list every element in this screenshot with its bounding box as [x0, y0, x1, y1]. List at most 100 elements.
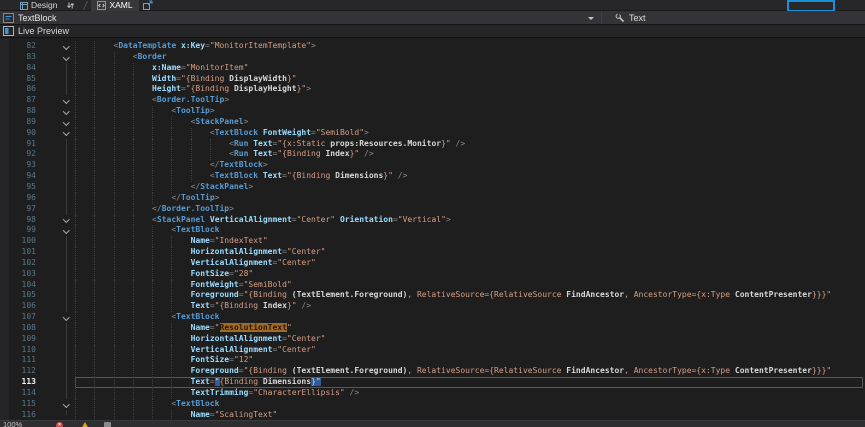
- code-line[interactable]: 108 Name="ResolutionText": [0, 323, 865, 334]
- line-number[interactable]: 99: [0, 225, 36, 236]
- popout-pane-button[interactable]: [139, 0, 157, 11]
- code-text[interactable]: <Border: [75, 52, 863, 63]
- line-number[interactable]: 110: [0, 345, 36, 356]
- line-number[interactable]: 83: [0, 52, 36, 63]
- line-number[interactable]: 104: [0, 280, 36, 291]
- code-text[interactable]: <TextBlock FontWeight="SemiBold">: [75, 128, 863, 139]
- line-number[interactable]: 95: [0, 182, 36, 193]
- line-number[interactable]: 92: [0, 149, 36, 160]
- code-line[interactable]: 99<TextBlock: [0, 225, 865, 236]
- line-number[interactable]: 84: [0, 63, 36, 74]
- line-number[interactable]: 90: [0, 128, 36, 139]
- line-number[interactable]: 111: [0, 355, 36, 366]
- line-number[interactable]: 100: [0, 236, 36, 247]
- code-line[interactable]: 98 <StackPanel VerticalAlignment="Center"…: [0, 215, 865, 226]
- code-line[interactable]: 82<DataTemplate x:Key="MonitorItemTempla…: [0, 41, 865, 52]
- code-text[interactable]: HorizontalAlignment="Center": [75, 334, 863, 345]
- code-line[interactable]: 97 </Border.ToolTip>: [0, 204, 865, 215]
- code-line[interactable]: 100 Name="IndexText": [0, 236, 865, 247]
- line-number[interactable]: 115: [0, 399, 36, 410]
- line-number[interactable]: 82: [0, 41, 36, 52]
- code-line[interactable]: 103FontSize="28": [0, 269, 865, 280]
- tab-xaml[interactable]: XAML: [91, 0, 138, 11]
- line-number[interactable]: 102: [0, 258, 36, 269]
- line-number[interactable]: 103: [0, 269, 36, 280]
- line-number[interactable]: 86: [0, 84, 36, 95]
- line-number[interactable]: 98: [0, 215, 36, 226]
- code-line[interactable]: 89<StackPanel>: [0, 117, 865, 128]
- fold-chevron-icon[interactable]: [61, 41, 72, 52]
- code-text[interactable]: <StackPanel VerticalAlignment="Center" O…: [75, 215, 863, 226]
- code-text[interactable]: FontWeight="SemiBold": [75, 280, 863, 291]
- line-number[interactable]: 93: [0, 160, 36, 171]
- code-line[interactable]: 112Foreground="{Binding (TextElement.For…: [0, 366, 865, 377]
- fold-chevron-icon[interactable]: [61, 128, 72, 139]
- line-number[interactable]: 114: [0, 388, 36, 399]
- fold-chevron-icon[interactable]: [61, 312, 72, 323]
- message-icon[interactable]: [104, 422, 111, 427]
- code-line[interactable]: 113 Text="{Binding Dimensions}": [0, 377, 865, 388]
- line-number[interactable]: 88: [0, 106, 36, 117]
- code-line[interactable]: 110 VerticalAlignment="Center": [0, 345, 865, 356]
- code-text[interactable]: VerticalAlignment="Center": [75, 345, 863, 356]
- line-number[interactable]: 91: [0, 139, 36, 150]
- xaml-code-editor[interactable]: 82<DataTemplate x:Key="MonitorItemTempla…: [0, 38, 865, 421]
- code-text[interactable]: x:Name="MonitorItem": [75, 63, 863, 74]
- code-text[interactable]: VerticalAlignment="Center": [75, 258, 863, 269]
- code-text[interactable]: <ToolTip>: [75, 106, 863, 117]
- code-line[interactable]: 87 <Border.ToolTip>: [0, 95, 865, 106]
- code-text[interactable]: <Run Text="{Binding Index}" />: [75, 149, 863, 160]
- line-number[interactable]: 113: [0, 377, 36, 388]
- fold-chevron-icon[interactable]: [61, 117, 72, 128]
- fold-chevron-icon[interactable]: [61, 399, 72, 410]
- code-text[interactable]: </ToolTip>: [75, 193, 863, 204]
- code-line[interactable]: 84 x:Name="MonitorItem": [0, 63, 865, 74]
- member-dropdown[interactable]: Text: [602, 11, 646, 24]
- tab-design[interactable]: Design: [14, 0, 63, 11]
- code-line[interactable]: 94<TextBlock Text="{Binding Dimensions}"…: [0, 171, 865, 182]
- code-text[interactable]: Foreground="{Binding (TextElement.Foregr…: [75, 366, 863, 377]
- line-number[interactable]: 108: [0, 323, 36, 334]
- zoom-level[interactable]: 100%: [3, 421, 22, 427]
- code-text[interactable]: Name="IndexText": [75, 236, 863, 247]
- error-icon[interactable]: ×: [56, 422, 63, 427]
- code-text[interactable]: TextTrimming="CharacterEllipsis" />: [75, 388, 863, 399]
- code-line[interactable]: 86 Height="{Binding DisplayHeight}">: [0, 84, 865, 95]
- code-line[interactable]: 96 </ToolTip>: [0, 193, 865, 204]
- code-text[interactable]: Name="ScalingText": [75, 410, 863, 421]
- fold-chevron-icon[interactable]: [61, 215, 72, 226]
- code-line[interactable]: 116Name="ScalingText": [0, 410, 865, 421]
- line-number[interactable]: 97: [0, 204, 36, 215]
- code-text[interactable]: FontSize="12": [75, 355, 863, 366]
- code-text[interactable]: </Border.ToolTip>: [75, 204, 863, 215]
- code-text[interactable]: HorizontalAlignment="Center": [75, 247, 863, 258]
- line-number[interactable]: 109: [0, 334, 36, 345]
- line-number[interactable]: 107: [0, 312, 36, 323]
- code-text[interactable]: <TextBlock: [75, 399, 863, 410]
- code-line[interactable]: 95 </StackPanel>: [0, 182, 865, 193]
- line-number[interactable]: 101: [0, 247, 36, 258]
- line-number[interactable]: 96: [0, 193, 36, 204]
- live-preview-bar[interactable]: Live Preview: [0, 25, 865, 38]
- code-text[interactable]: <Border.ToolTip>: [75, 95, 863, 106]
- fold-chevron-icon[interactable]: [61, 225, 72, 236]
- code-line[interactable]: 85Width="{Binding DisplayWidth}": [0, 74, 865, 85]
- code-text[interactable]: Height="{Binding DisplayHeight}">: [75, 84, 863, 95]
- code-line[interactable]: 102 VerticalAlignment="Center": [0, 258, 865, 269]
- code-line[interactable]: 105 Foreground="{Binding (TextElement.For…: [0, 290, 865, 301]
- code-text[interactable]: </StackPanel>: [75, 182, 863, 193]
- line-number[interactable]: 85: [0, 74, 36, 85]
- code-line[interactable]: 114 TextTrimming="CharacterEllipsis" />: [0, 388, 865, 399]
- code-text[interactable]: Text="{Binding Dimensions}": [75, 377, 863, 388]
- code-text[interactable]: Foreground="{Binding (TextElement.Foregr…: [75, 290, 863, 301]
- line-number[interactable]: 105: [0, 290, 36, 301]
- code-text[interactable]: Name="ResolutionText": [75, 323, 863, 334]
- code-text[interactable]: <Run Text="{x:Static props:Resources.Mon…: [75, 139, 863, 150]
- code-line[interactable]: 115 <TextBlock: [0, 399, 865, 410]
- element-dropdown[interactable]: TextBlock: [0, 11, 602, 24]
- code-line[interactable]: 91 <Run Text="{x:Static props:Resources.M…: [0, 139, 865, 150]
- code-line[interactable]: 106Text="{Binding Index}" />: [0, 301, 865, 312]
- code-line[interactable]: 92 <Run Text="{Binding Index}" />: [0, 149, 865, 160]
- code-text[interactable]: <TextBlock: [75, 312, 863, 323]
- line-number[interactable]: 87: [0, 95, 36, 106]
